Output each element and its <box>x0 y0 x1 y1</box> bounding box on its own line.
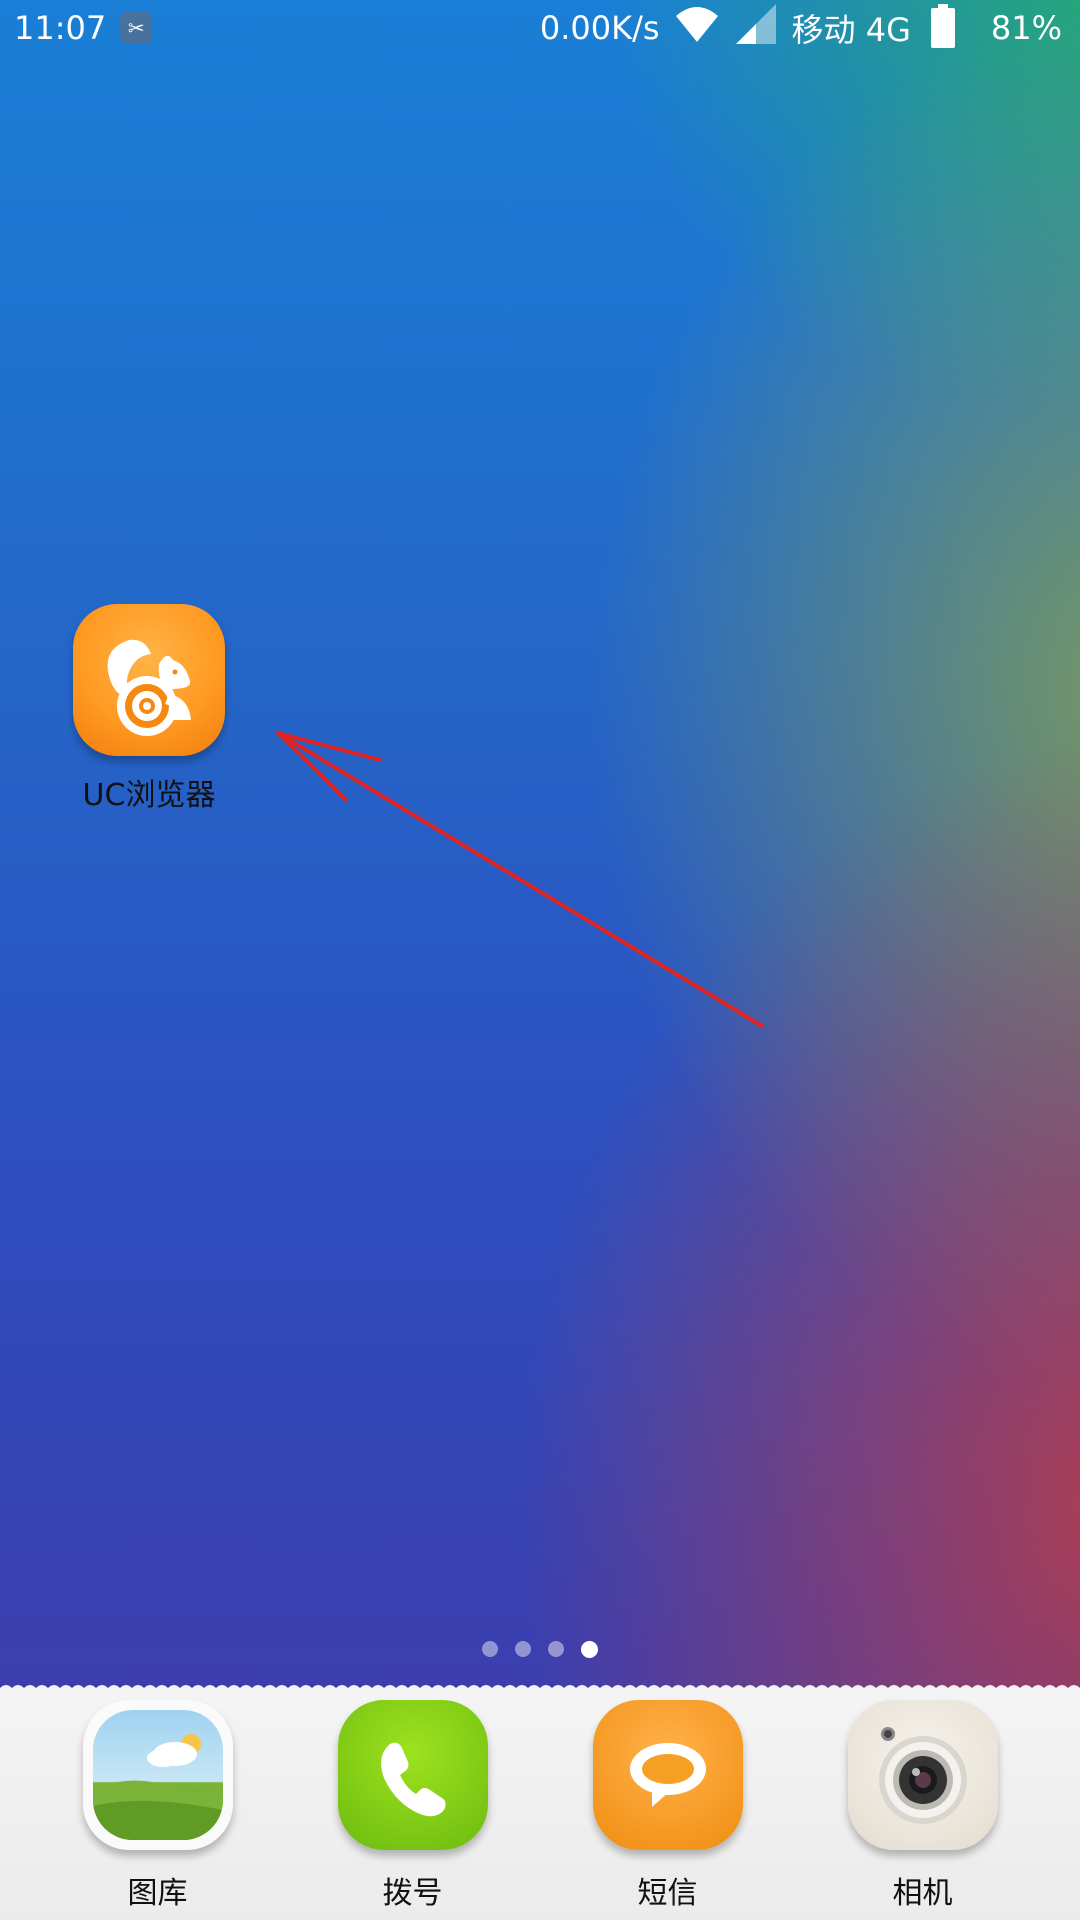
dock-app-camera[interactable]: 相机 <box>823 1700 1023 1920</box>
network-speed: 0.00K/s <box>539 9 660 47</box>
dock-label: 拨号 <box>382 1876 443 1911</box>
page-dot[interactable] <box>515 1641 531 1657</box>
phone-icon[interactable] <box>337 1700 488 1850</box>
battery-icon <box>930 4 955 48</box>
uc-browser-icon[interactable] <box>73 604 225 756</box>
red-arrow-annotation <box>276 731 764 1028</box>
camera-icon[interactable] <box>847 1700 998 1850</box>
page-indicator <box>0 1641 1080 1661</box>
carrier-label: 移动 4G <box>791 11 911 49</box>
gallery-icon[interactable] <box>82 1700 233 1850</box>
dock-app-sms[interactable]: 短信 <box>568 1700 768 1920</box>
clock: 11:07 <box>14 9 107 47</box>
status-right: 0.00K/s 移动 4G 81% <box>540 2 1062 54</box>
gallery-image <box>92 1710 223 1840</box>
page-dot-active[interactable] <box>581 1641 598 1658</box>
dock-app-phone[interactable]: 拨号 <box>313 1700 513 1920</box>
app-uc-browser[interactable]: UC浏览器 <box>62 604 236 814</box>
dock-label: 图库 <box>127 1876 188 1911</box>
sms-icon[interactable] <box>592 1700 743 1850</box>
signal-icon <box>734 2 778 54</box>
page-dot[interactable] <box>482 1641 498 1657</box>
dock-items: 图库 拨号 短信 相机 <box>0 1700 1080 1920</box>
dock-label: 短信 <box>637 1876 698 1911</box>
status-left: 11:07 ✂ <box>14 9 153 47</box>
battery-percent: 81% <box>990 9 1062 47</box>
status-bar: 11:07 ✂ 0.00K/s 移动 4G 81% <box>0 0 1080 56</box>
dock-label: 相机 <box>892 1876 953 1911</box>
dock-app-gallery[interactable]: 图库 <box>58 1700 258 1920</box>
notification-icon: ✂ <box>120 12 153 44</box>
wifi-icon <box>674 4 720 52</box>
page-dot[interactable] <box>548 1641 564 1657</box>
app-label: UC浏览器 <box>82 778 216 813</box>
